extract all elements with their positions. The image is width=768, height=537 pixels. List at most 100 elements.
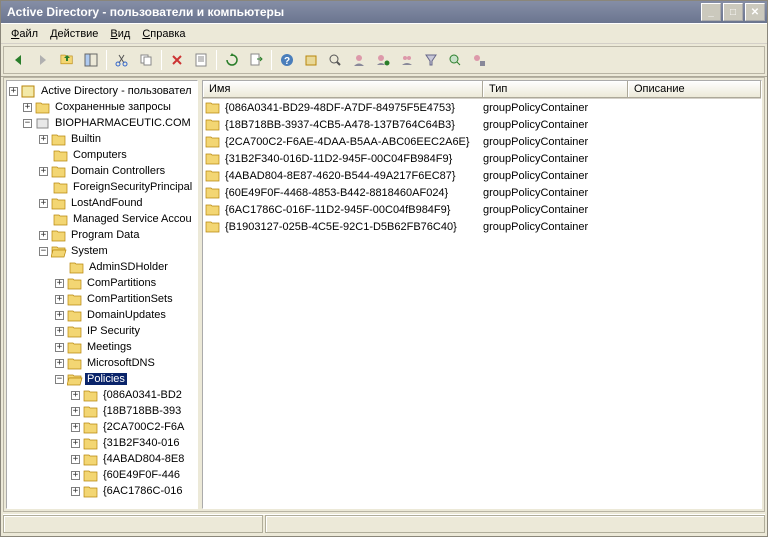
tree-item[interactable]: IP Security: [85, 325, 142, 337]
maximize-button[interactable]: □: [723, 3, 743, 21]
tree-pane[interactable]: + Active Directory - пользовател + Сохране…: [6, 80, 198, 509]
tool-button[interactable]: [444, 49, 466, 71]
list-item[interactable]: {2CA700C2-F6AE-4DAA-B5AA-ABC06EEC2A6E}gr…: [203, 133, 761, 150]
menu-view[interactable]: Вид: [104, 26, 136, 42]
collapse-toggle[interactable]: −: [39, 247, 48, 256]
expand-toggle[interactable]: +: [55, 343, 64, 352]
forward-button[interactable]: [32, 49, 54, 71]
refresh-button[interactable]: [221, 49, 243, 71]
back-button[interactable]: [8, 49, 30, 71]
tree-item[interactable]: ForeignSecurityPrincipal: [71, 181, 194, 193]
tree-item[interactable]: AdminSDHolder: [87, 261, 170, 273]
expand-toggle[interactable]: +: [71, 391, 80, 400]
tool-button[interactable]: [300, 49, 322, 71]
menu-help[interactable]: Справка: [136, 26, 191, 42]
tree-item[interactable]: {4ABAD804-8E8: [101, 453, 186, 465]
group-button[interactable]: [396, 49, 418, 71]
expand-toggle[interactable]: +: [55, 295, 64, 304]
expand-toggle[interactable]: +: [39, 167, 48, 176]
collapse-toggle[interactable]: −: [23, 119, 32, 128]
tree-item[interactable]: {086A0341-BD2: [101, 389, 184, 401]
expand-toggle[interactable]: +: [55, 279, 64, 288]
menu-action[interactable]: Действие: [44, 26, 104, 42]
help-button[interactable]: ?: [276, 49, 298, 71]
tree-item[interactable]: {31B2F340-016: [101, 437, 181, 449]
show-hide-button[interactable]: [80, 49, 102, 71]
tree-item[interactable]: Managed Service Accou: [71, 213, 194, 225]
tree-item[interactable]: Domain Controllers: [69, 165, 167, 177]
copy-button[interactable]: [135, 49, 157, 71]
tree-item[interactable]: Computers: [71, 149, 129, 161]
folder-open-icon: [51, 245, 67, 258]
folder-icon: [83, 485, 99, 498]
expand-toggle[interactable]: +: [55, 311, 64, 320]
tree-item[interactable]: Meetings: [85, 341, 134, 353]
folder-icon: [205, 118, 221, 131]
folder-icon: [67, 277, 83, 290]
list-item[interactable]: {4ABAD804-8E87-4620-B544-49A217F6EC87}gr…: [203, 167, 761, 184]
collapse-toggle[interactable]: −: [55, 375, 64, 384]
tree-item[interactable]: Сохраненные запросы: [53, 101, 173, 113]
expand-toggle[interactable]: +: [71, 407, 80, 416]
tree-item[interactable]: LostAndFound: [69, 197, 145, 209]
item-type: groupPolicyContainer: [483, 204, 628, 216]
tree-item[interactable]: MicrosoftDNS: [85, 357, 157, 369]
expand-toggle[interactable]: +: [71, 455, 80, 464]
tree-item[interactable]: DomainUpdates: [85, 309, 168, 321]
export-button[interactable]: [245, 49, 267, 71]
expand-toggle[interactable]: +: [9, 87, 18, 96]
tree-root[interactable]: Active Directory - пользовател: [39, 85, 194, 97]
properties-button[interactable]: [190, 49, 212, 71]
expand-toggle[interactable]: +: [71, 487, 80, 496]
expand-toggle[interactable]: +: [55, 359, 64, 368]
list-item[interactable]: {60E49F0F-4468-4853-B442-8818460AF024}gr…: [203, 184, 761, 201]
tree-item[interactable]: Program Data: [69, 229, 141, 241]
add-user-button[interactable]: [372, 49, 394, 71]
list-item[interactable]: {18B718BB-3937-4CB5-A478-137B764C64B3}gr…: [203, 116, 761, 133]
tree-item[interactable]: System: [69, 245, 110, 257]
list-item[interactable]: {31B2F340-016D-11D2-945F-00C04FB984F9}gr…: [203, 150, 761, 167]
expand-toggle[interactable]: +: [39, 231, 48, 240]
tool-button[interactable]: [468, 49, 490, 71]
status-cell: [265, 515, 765, 533]
expand-toggle[interactable]: +: [71, 423, 80, 432]
minimize-button[interactable]: _: [701, 3, 721, 21]
column-header-name[interactable]: Имя: [203, 81, 483, 98]
column-header-type[interactable]: Тип: [483, 81, 628, 98]
list-item[interactable]: {086A0341-BD29-48DF-A7DF-84975F5E4753}gr…: [203, 99, 761, 116]
list-item[interactable]: {6AC1786C-016F-11D2-945F-00C04fB984F9}gr…: [203, 201, 761, 218]
close-button[interactable]: ✕: [745, 3, 765, 21]
tree-item[interactable]: ComPartitionSets: [85, 293, 175, 305]
tree-item-selected[interactable]: Policies: [85, 373, 127, 385]
tree-item[interactable]: {2CA700C2-F6A: [101, 421, 186, 433]
list-pane: Имя Тип Описание {086A0341-BD29-48DF-A7D…: [202, 80, 762, 509]
column-header-desc[interactable]: Описание: [628, 81, 761, 98]
up-button[interactable]: [56, 49, 78, 71]
tree-item[interactable]: {60E49F0F-446: [101, 469, 182, 481]
folder-icon: [53, 213, 69, 226]
tree-item[interactable]: {18B718BB-393: [101, 405, 183, 417]
delete-button[interactable]: [166, 49, 188, 71]
expand-toggle[interactable]: +: [71, 439, 80, 448]
tree-item[interactable]: {6AC1786C-016: [101, 485, 185, 497]
folder-up-icon: [60, 53, 74, 67]
expand-toggle[interactable]: +: [23, 103, 32, 112]
cut-button[interactable]: [111, 49, 133, 71]
tree-item[interactable]: Builtin: [69, 133, 103, 145]
expand-toggle[interactable]: +: [39, 135, 48, 144]
tree-domain[interactable]: BIOPHARMACEUTIC.COM: [53, 117, 193, 129]
filter-button[interactable]: [420, 49, 442, 71]
titlebar[interactable]: Active Directory - пользователи и компью…: [1, 1, 767, 23]
item-name: {B1903127-025B-4C5E-92C1-D5B62FB76C40}: [225, 221, 457, 233]
users-button[interactable]: [348, 49, 370, 71]
list-item[interactable]: {B1903127-025B-4C5E-92C1-D5B62FB76C40} gr…: [203, 218, 761, 235]
find-button[interactable]: [324, 49, 346, 71]
item-type: groupPolicyContainer: [483, 221, 628, 233]
expand-toggle[interactable]: +: [39, 199, 48, 208]
folder-icon: [53, 149, 69, 162]
menu-file[interactable]: Файл: [5, 26, 44, 42]
tree-item[interactable]: ComPartitions: [85, 277, 158, 289]
expand-toggle[interactable]: +: [55, 327, 64, 336]
expand-toggle[interactable]: +: [71, 471, 80, 480]
list-body[interactable]: {086A0341-BD29-48DF-A7DF-84975F5E4753}gr…: [203, 99, 761, 508]
